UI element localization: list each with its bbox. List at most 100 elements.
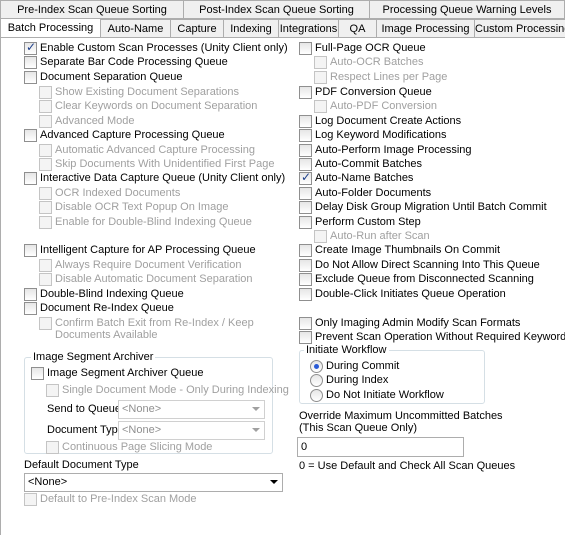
double-blind-enable-checkbox[interactable]: Enable for Double-Blind Indexing Queue — [39, 215, 252, 229]
checkbox-box[interactable] — [46, 440, 59, 454]
checkbox-box[interactable] — [299, 215, 312, 229]
checkbox-box[interactable] — [314, 229, 327, 243]
checkbox-box[interactable] — [39, 316, 52, 330]
checkbox-box[interactable] — [39, 200, 52, 214]
checkbox-box[interactable] — [39, 99, 52, 113]
checkbox-box[interactable] — [24, 128, 37, 142]
advanced-capture-checkbox[interactable]: Advanced Capture Processing Queue — [24, 128, 225, 142]
checkbox-box[interactable] — [24, 171, 37, 185]
tab-warning-levels[interactable]: Processing Queue Warning Levels — [369, 0, 565, 19]
ocr-indexed-checkbox[interactable]: OCR Indexed Documents — [39, 186, 180, 200]
separate-barcode-checkbox[interactable]: Separate Bar Code Processing Queue — [24, 55, 228, 69]
exclude-disconnected-checkbox[interactable]: Exclude Queue from Disconnected Scanning — [299, 272, 534, 286]
checkbox-box[interactable] — [299, 186, 312, 200]
checkbox-box[interactable] — [314, 70, 327, 84]
delay-migration-checkbox[interactable]: Delay Disk Group Migration Until Batch C… — [299, 200, 547, 214]
checkbox-box[interactable] — [299, 243, 312, 257]
tab-auto-name[interactable]: Auto-Name — [100, 19, 170, 38]
checkbox-box[interactable] — [299, 41, 312, 55]
do-not-initiate-radio[interactable]: Do Not Initiate Workflow — [310, 388, 444, 402]
isa-queue-checkbox[interactable]: Image Segment Archiver Queue — [31, 366, 204, 380]
checkbox-box[interactable] — [299, 114, 312, 128]
continuous-slicing-checkbox[interactable]: Continuous Page Slicing Mode — [46, 440, 212, 454]
checkbox-box[interactable] — [24, 301, 37, 315]
enable-custom-scan-checkbox[interactable]: Enable Custom Scan Processes (Unity Clie… — [24, 40, 288, 55]
checkbox-box[interactable] — [39, 186, 52, 200]
advanced-mode-checkbox[interactable]: Advanced Mode — [39, 114, 135, 128]
auto-run-after-scan-checkbox[interactable]: Auto-Run after Scan — [314, 229, 430, 243]
auto-folder-checkbox[interactable]: Auto-Folder Documents — [299, 186, 431, 200]
fullpage-ocr-checkbox[interactable]: Full-Page OCR Queue — [299, 41, 426, 55]
radio-dot[interactable] — [310, 388, 323, 402]
single-doc-mode-checkbox[interactable]: Single Document Mode - Only During Index… — [46, 383, 289, 397]
intelligent-capture-checkbox[interactable]: Intelligent Capture for AP Processing Qu… — [24, 243, 256, 257]
checkbox-box[interactable] — [299, 316, 312, 330]
default-pre-index-checkbox[interactable]: Default to Pre-Index Scan Mode — [24, 492, 197, 506]
checkbox-box[interactable] — [24, 287, 37, 301]
checkbox-box[interactable] — [299, 85, 312, 99]
show-existing-separations-checkbox[interactable]: Show Existing Document Separations — [39, 85, 239, 99]
document-type-select[interactable]: <None> — [118, 421, 265, 440]
tab-integrations[interactable]: Integrations — [278, 19, 338, 38]
checkbox-box[interactable] — [314, 99, 327, 113]
tab-indexing[interactable]: Indexing — [223, 19, 278, 38]
disable-auto-separation-checkbox[interactable]: Disable Automatic Document Separation — [39, 272, 253, 286]
checkbox-box[interactable] — [299, 287, 312, 301]
log-create-checkbox[interactable]: Log Document Create Actions — [299, 114, 461, 128]
checkbox-box[interactable] — [314, 55, 327, 69]
checkbox-box[interactable] — [299, 128, 312, 142]
checkbox-box[interactable] — [39, 114, 52, 128]
checkbox-box[interactable] — [299, 200, 312, 214]
checkbox-box[interactable] — [24, 70, 37, 84]
checkbox-box[interactable] — [299, 170, 312, 185]
checkbox-box[interactable] — [24, 492, 37, 506]
auto-advanced-capture-checkbox[interactable]: Automatic Advanced Capture Processing — [39, 143, 255, 157]
checkbox-box[interactable] — [299, 272, 312, 286]
custom-step-checkbox[interactable]: Perform Custom Step — [299, 215, 421, 229]
auto-image-processing-checkbox[interactable]: Auto-Perform Image Processing — [299, 143, 472, 157]
radio-dot[interactable] — [310, 373, 323, 387]
log-keyword-checkbox[interactable]: Log Keyword Modifications — [299, 128, 446, 142]
auto-name-checkbox[interactable]: Auto-Name Batches — [299, 170, 413, 185]
double-blind-queue-checkbox[interactable]: Double-Blind Indexing Queue — [24, 287, 184, 301]
tab-custom-processing[interactable]: Custom Processing — [474, 19, 565, 38]
checkbox-box[interactable] — [24, 40, 37, 55]
auto-commit-checkbox[interactable]: Auto-Commit Batches — [299, 157, 422, 171]
disable-ocr-popup-checkbox[interactable]: Disable OCR Text Popup On Image — [39, 200, 228, 214]
checkbox-box[interactable] — [24, 55, 37, 69]
only-admin-formats-checkbox[interactable]: Only Imaging Admin Modify Scan Formats — [299, 316, 520, 330]
auto-ocr-batches-checkbox[interactable]: Auto-OCR Batches — [314, 55, 424, 69]
confirm-exit-checkbox[interactable]: Confirm Batch Exit from Re-Index / Keep — [39, 316, 254, 330]
checkbox-box[interactable] — [299, 330, 312, 344]
tab-post-index-sorting[interactable]: Post-Index Scan Queue Sorting — [183, 0, 369, 19]
during-commit-radio[interactable]: During Commit — [310, 359, 399, 373]
no-direct-scan-checkbox[interactable]: Do Not Allow Direct Scanning Into This Q… — [299, 258, 540, 272]
checkbox-box[interactable] — [39, 272, 52, 286]
checkbox-box[interactable] — [39, 215, 52, 229]
checkbox-box[interactable] — [39, 85, 52, 99]
prevent-scan-keywords-checkbox[interactable]: Prevent Scan Operation Without Required … — [299, 330, 565, 344]
clear-keywords-checkbox[interactable]: Clear Keywords on Document Separation — [39, 99, 257, 113]
interactive-capture-checkbox[interactable]: Interactive Data Capture Queue (Unity Cl… — [24, 171, 285, 185]
reindex-queue-checkbox[interactable]: Document Re-Index Queue — [24, 301, 174, 315]
pdf-conversion-checkbox[interactable]: PDF Conversion Queue — [299, 85, 432, 99]
tab-qa[interactable]: QA — [338, 19, 376, 38]
checkbox-box[interactable] — [31, 366, 44, 380]
tab-image-processing[interactable]: Image Processing — [376, 19, 474, 38]
respect-lines-checkbox[interactable]: Respect Lines per Page — [314, 70, 447, 84]
tab-pre-index-sorting[interactable]: Pre-Index Scan Queue Sorting — [0, 0, 183, 19]
tab-capture[interactable]: Capture — [170, 19, 223, 38]
override-max-batches-input[interactable]: 0 — [297, 437, 464, 457]
tab-batch-processing[interactable]: Batch Processing — [0, 18, 100, 39]
auto-pdf-checkbox[interactable]: Auto-PDF Conversion — [314, 99, 437, 113]
checkbox-box[interactable] — [39, 157, 52, 171]
checkbox-box[interactable] — [46, 383, 59, 397]
checkbox-box[interactable] — [24, 243, 37, 257]
checkbox-box[interactable] — [299, 258, 312, 272]
always-verify-checkbox[interactable]: Always Require Document Verification — [39, 258, 241, 272]
doc-separation-checkbox[interactable]: Document Separation Queue — [24, 70, 182, 84]
checkbox-box[interactable] — [39, 258, 52, 272]
double-click-initiates-checkbox[interactable]: Double-Click Initiates Queue Operation — [299, 287, 506, 301]
checkbox-box[interactable] — [39, 143, 52, 157]
radio-dot[interactable] — [310, 359, 323, 373]
